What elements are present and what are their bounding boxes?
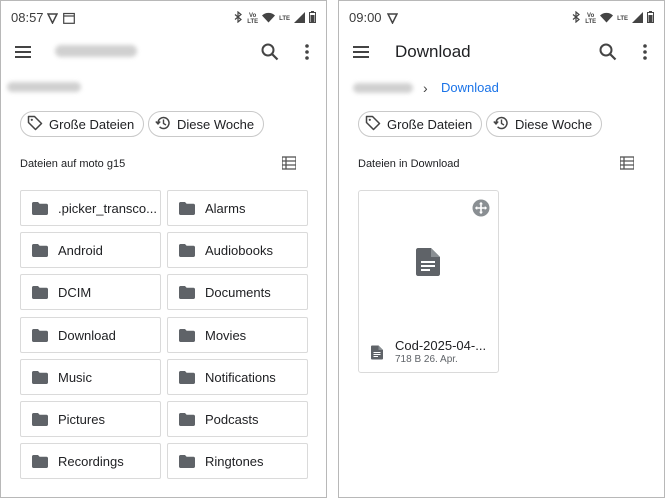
search-icon[interactable] [598,42,618,62]
folder-item[interactable]: Recordings [20,443,161,479]
phone-screen-left: 08:57 Vo LTE LTE Große Dateien Diese Woch… [0,0,327,498]
folder-label: Movies [205,327,247,343]
phone-screen-right: 09:00 Vo LTE LTE Download › Download Groß… [338,0,665,498]
folder-icon [32,244,48,257]
folder-label: Notifications [205,369,276,385]
more-options-icon[interactable] [640,42,650,62]
signal-icon [294,10,305,28]
battery-icon [647,10,654,28]
folder-icon [179,413,195,426]
lte-icon: LTE [617,16,628,22]
chip-label: Große Dateien [49,116,135,132]
menu-icon[interactable] [13,43,33,61]
shield-v-icon [46,11,59,29]
status-time: 09:00 [349,10,382,25]
signal-icon [632,10,643,28]
folder-item[interactable]: Notifications [167,359,308,395]
folder-icon [179,455,195,468]
folder-item[interactable]: Download [20,317,161,353]
file-card[interactable]: Cod-2025-04-... 718 B 26. Apr. [358,190,499,373]
lte-icon: LTE [279,16,290,22]
history-icon [155,115,171,134]
folder-label: Download [58,327,116,343]
chip-this-week[interactable]: Diese Woche [486,111,603,137]
battery-icon [309,10,316,28]
folder-label: Android [58,242,103,258]
redacted-title [55,45,137,57]
folder-item[interactable]: .picker_transco... [20,190,161,226]
app-bar [1,33,326,71]
folder-label: Recordings [58,453,124,469]
redacted-breadcrumb-root[interactable] [353,83,413,93]
folder-item[interactable]: Documents [167,274,308,310]
folder-item[interactable]: Movies [167,317,308,353]
more-options-icon[interactable] [302,42,312,62]
search-icon[interactable] [260,42,280,62]
folder-icon [32,413,48,426]
folder-item[interactable]: Audiobooks [167,232,308,268]
folder-icon [179,202,195,215]
folder-icon [32,371,48,384]
folder-item[interactable]: DCIM [20,274,161,310]
tag-icon [365,115,381,134]
chip-label: Große Dateien [387,116,473,132]
status-bar: 08:57 Vo LTE LTE [1,1,326,33]
file-name: Cod-2025-04-... [395,338,487,353]
calendar-icon [63,11,75,29]
folder-label: Audiobooks [205,242,273,258]
folder-icon [179,244,195,257]
page-title: Download [395,42,471,61]
file-meta: 718 B 26. Apr. [395,354,458,365]
select-icon[interactable] [472,199,490,217]
section-label: Dateien in Download [358,158,460,170]
status-time: 08:57 [11,10,44,25]
folder-icon [179,286,195,299]
chip-label: Diese Woche [177,116,255,132]
chip-this-week[interactable]: Diese Woche [148,111,265,137]
folder-label: Music [58,369,92,385]
status-bar: 09:00 Vo LTE LTE [339,1,664,33]
folder-item[interactable]: Music [20,359,161,395]
bluetooth-icon [234,10,243,28]
folder-label: Podcasts [205,411,259,427]
breadcrumb-current[interactable]: Download [441,80,499,95]
bluetooth-icon [572,10,581,28]
document-icon [416,248,440,276]
folder-label: Pictures [58,411,105,427]
folder-icon [32,286,48,299]
section-label: Dateien auf moto g15 [20,158,126,170]
chip-large-files[interactable]: Große Dateien [20,111,145,137]
folder-label: Alarms [205,200,246,216]
list-view-icon[interactable] [620,156,634,170]
folder-icon [32,329,48,342]
document-type-icon [371,345,383,360]
tag-icon [27,115,43,134]
menu-icon[interactable] [351,43,371,61]
folder-item[interactable]: Android [20,232,161,268]
folder-item[interactable]: Alarms [167,190,308,226]
redacted-breadcrumb [7,82,81,92]
folder-item[interactable]: Pictures [20,401,161,437]
folder-label: Ringtones [205,453,264,469]
volte-icon: Vo LTE [247,13,259,25]
folder-label: Documents [205,284,271,300]
breadcrumb-separator: › [423,80,428,96]
folder-item[interactable]: Podcasts [167,401,308,437]
folder-item[interactable]: Ringtones [167,443,308,479]
shield-v-icon [386,11,399,29]
chip-large-files[interactable]: Große Dateien [358,111,483,137]
folder-label: .picker_transco... [58,200,157,216]
folder-icon [32,455,48,468]
chip-label: Diese Woche [515,116,593,132]
volte-icon: Vo LTE [585,13,597,25]
wifi-icon [600,10,614,28]
folder-icon [179,371,195,384]
folder-label: DCIM [58,284,92,300]
app-bar: Download [339,33,664,71]
history-icon [493,115,509,134]
folder-icon [32,202,48,215]
list-view-icon[interactable] [282,156,296,170]
wifi-icon [262,10,276,28]
folder-icon [179,329,195,342]
